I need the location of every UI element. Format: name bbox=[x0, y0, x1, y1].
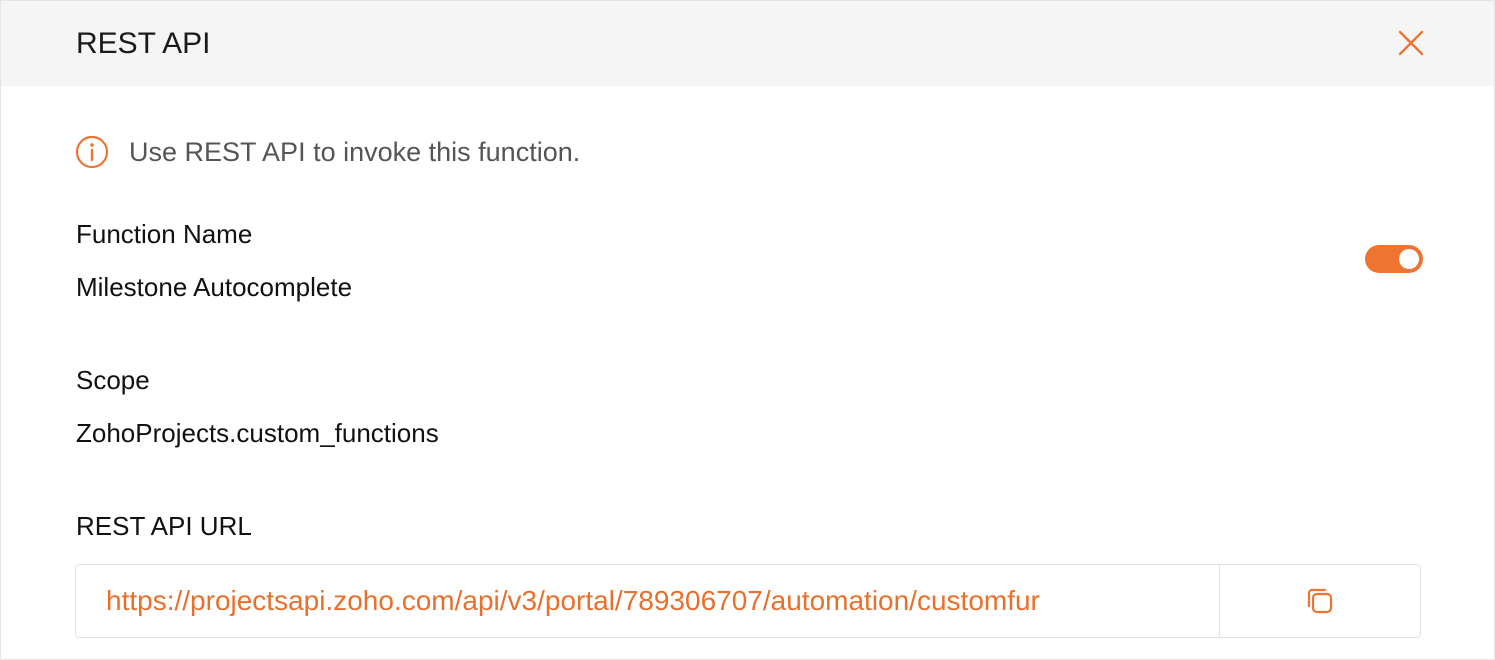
rest-api-url-text-container[interactable]: https://projectsapi.zoho.com/api/v3/port… bbox=[76, 565, 1219, 637]
copy-url-button[interactable] bbox=[1219, 565, 1420, 637]
function-enable-toggle[interactable] bbox=[1365, 245, 1423, 273]
info-note: Use REST API to invoke this function. bbox=[75, 134, 580, 170]
dialog-title: REST API bbox=[76, 27, 211, 60]
toggle-knob bbox=[1399, 249, 1419, 269]
rest-api-url-value[interactable]: https://projectsapi.zoho.com/api/v3/port… bbox=[106, 585, 1040, 617]
close-icon[interactable] bbox=[1397, 29, 1425, 57]
rest-api-dialog: REST API Use REST API to invoke this fun… bbox=[0, 0, 1495, 660]
info-text: Use REST API to invoke this function. bbox=[129, 136, 581, 167]
function-name-value: Milestone Autocomplete bbox=[76, 272, 353, 302]
copy-icon bbox=[1307, 588, 1333, 614]
dialog-header: REST API bbox=[1, 1, 1494, 86]
rest-api-url-field: https://projectsapi.zoho.com/api/v3/port… bbox=[75, 564, 1421, 638]
scope-label: Scope bbox=[76, 365, 150, 395]
scope-value: ZohoProjects.custom_functions bbox=[76, 418, 439, 448]
function-name-label: Function Name bbox=[76, 219, 253, 249]
info-icon bbox=[75, 135, 109, 169]
rest-api-url-label: REST API URL bbox=[76, 511, 252, 541]
